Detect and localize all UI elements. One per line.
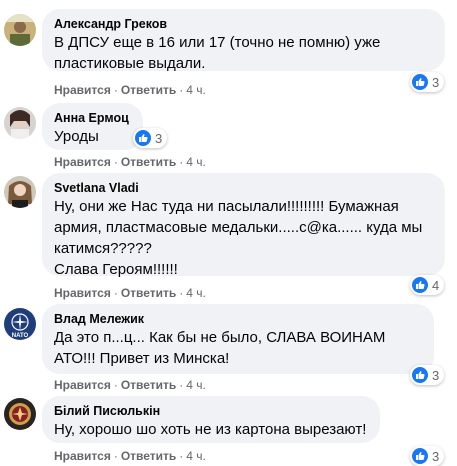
reaction-count-label: 3: [432, 367, 440, 383]
like-link[interactable]: Нравится: [54, 449, 111, 463]
comment-author[interactable]: Александр Греков: [54, 16, 433, 32]
reply-link[interactable]: Ответить: [121, 155, 176, 169]
comment-text: Ну, они же Нас туда ни пасылали!!!!!!!!!…: [54, 198, 423, 257]
reply-link[interactable]: Ответить: [121, 378, 176, 392]
reaction-count-label: 3: [155, 130, 163, 146]
like-reaction-icon: [412, 277, 428, 293]
reply-link[interactable]: Ответить: [121, 449, 176, 463]
comment-bubble: Анна Ермоц Уроды: [42, 103, 143, 150]
comment-author[interactable]: Svetlana Vladi: [54, 180, 433, 196]
reaction-count[interactable]: 3: [133, 128, 168, 148]
avatar[interactable]: NATO: [4, 308, 36, 340]
like-link[interactable]: Нравится: [54, 286, 111, 300]
comment-time[interactable]: 4 ч.: [186, 83, 206, 97]
reaction-count-label: 3: [432, 448, 440, 464]
like-reaction-icon: [412, 367, 428, 383]
like-link[interactable]: Нравится: [54, 378, 111, 392]
avatar[interactable]: [4, 176, 36, 208]
comment-time[interactable]: 4 ч.: [186, 449, 206, 463]
comment-author[interactable]: Влад Мележик: [54, 311, 422, 327]
reaction-count-label: 4: [432, 277, 440, 293]
reply-link[interactable]: Ответить: [121, 286, 176, 300]
like-link[interactable]: Нравится: [54, 83, 111, 97]
comment-text: Уроды: [54, 128, 99, 145]
avatar[interactable]: [4, 107, 36, 139]
comment-actions: Нравится · Ответить · 4 ч.: [54, 449, 206, 463]
comment-time[interactable]: 4 ч.: [186, 286, 206, 300]
comment-actions: Нравится · Ответить · 4 ч.: [54, 378, 206, 392]
comment-bubble: Svetlana Vladi Ну, они же Нас туда ни па…: [42, 173, 445, 278]
comment-text: Ну, хорошо шо хоть не из картона вырезаю…: [54, 421, 367, 438]
like-link[interactable]: Нравится: [54, 155, 111, 169]
like-reaction-icon: [135, 130, 151, 146]
avatar[interactable]: [4, 14, 36, 46]
reply-link[interactable]: Ответить: [121, 83, 176, 97]
reaction-count[interactable]: 3: [410, 365, 445, 385]
avatar[interactable]: [4, 398, 36, 430]
reaction-count[interactable]: 4: [410, 275, 445, 295]
comment-actions: Нравится · Ответить · 4 ч.: [54, 286, 206, 300]
reaction-count[interactable]: 3: [410, 72, 445, 92]
comment-bubble: Александр Греков В ДПСУ еще в 16 или 17 …: [42, 9, 445, 72]
comment-author[interactable]: Білий Писюлькін: [54, 403, 368, 419]
reaction-count-label: 3: [432, 74, 440, 90]
comment-time[interactable]: 4 ч.: [186, 155, 206, 169]
comment-text: В ДПСУ еще в 16 или 17 (точно не помню) …: [54, 34, 381, 72]
comment-bubble: Влад Мележик Да это п...ц... Как бы не б…: [42, 304, 434, 374]
comment-actions: Нравится · Ответить · 4 ч.: [54, 83, 206, 97]
like-reaction-icon: [412, 74, 428, 90]
comment-time[interactable]: 4 ч.: [186, 378, 206, 392]
reaction-count[interactable]: 3: [410, 446, 445, 466]
comment-text-line: Слава Героям!!!!!!: [54, 261, 178, 278]
comment-actions: Нравится · Ответить · 4 ч.: [54, 155, 206, 169]
avatar-logo-text: NATO: [12, 333, 29, 339]
comment-author[interactable]: Анна Ермоц: [54, 110, 131, 126]
like-reaction-icon: [412, 448, 428, 464]
comment-text: Да это п...ц... Как бы не было, СЛАВА ВО…: [54, 329, 386, 367]
comment-bubble: Білий Писюлькін Ну, хорошо шо хоть не из…: [42, 396, 380, 443]
